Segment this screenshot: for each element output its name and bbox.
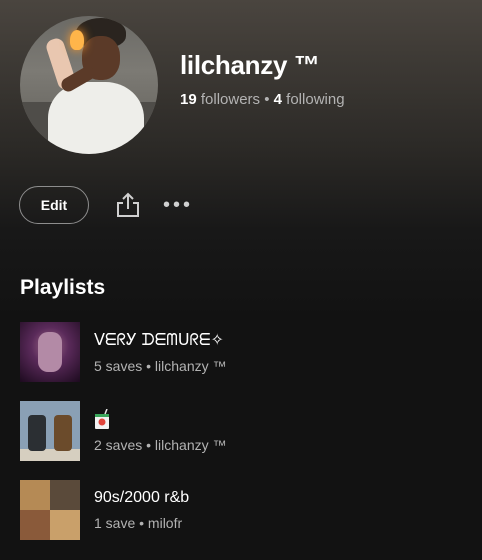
- following-link[interactable]: 4 following: [274, 91, 345, 108]
- avatar[interactable]: [20, 16, 158, 154]
- followers-label: followers: [200, 91, 261, 108]
- playlist-item[interactable]: ᐯᗴᖇᎩ ᗪᗴᗰᑌᖇᗴ✧ 5 saves • lilchanzy ™: [20, 322, 227, 382]
- playlist-subtitle: 1 save • milofr: [94, 515, 183, 531]
- playlist-item[interactable]: 2 saves • lilchanzy ™: [20, 401, 227, 461]
- profile-name: lilchanzy ™: [180, 50, 320, 80]
- playlist-title: 90s/2000 r&b: [94, 489, 190, 506]
- playlist-cover: [20, 322, 80, 382]
- juice-box-icon: [94, 408, 110, 429]
- stats-separator: •: [264, 91, 270, 108]
- playlist-cover: [20, 401, 80, 461]
- following-count: 4: [273, 91, 282, 108]
- edit-button[interactable]: Edit: [19, 186, 89, 224]
- playlist-item[interactable]: 90s/2000 r&b 1 save • milofr: [20, 480, 189, 540]
- profile-info: lilchanzy ™ 19 followers • 4 following: [180, 50, 345, 108]
- profile-actions: Edit •••: [19, 186, 193, 224]
- playlist-title: ᐯᗴᖇᎩ ᗪᗴᗰᑌᖇᗴ✧: [94, 332, 224, 349]
- playlist-subtitle: 2 saves • lilchanzy ™: [94, 437, 227, 453]
- followers-count: 19: [180, 91, 197, 108]
- profile-stats: 19 followers • 4 following: [180, 91, 345, 108]
- playlists-heading: Playlists: [20, 276, 106, 299]
- more-options-icon[interactable]: •••: [163, 195, 193, 215]
- profile-header: lilchanzy ™ 19 followers • 4 following: [20, 16, 345, 154]
- playlist-subtitle: 5 saves • lilchanzy ™: [94, 358, 227, 374]
- playlist-title: [94, 408, 227, 429]
- playlist-cover: [20, 480, 80, 540]
- followers-link[interactable]: 19 followers: [180, 91, 260, 108]
- share-icon[interactable]: [115, 191, 141, 219]
- following-label: following: [286, 91, 345, 108]
